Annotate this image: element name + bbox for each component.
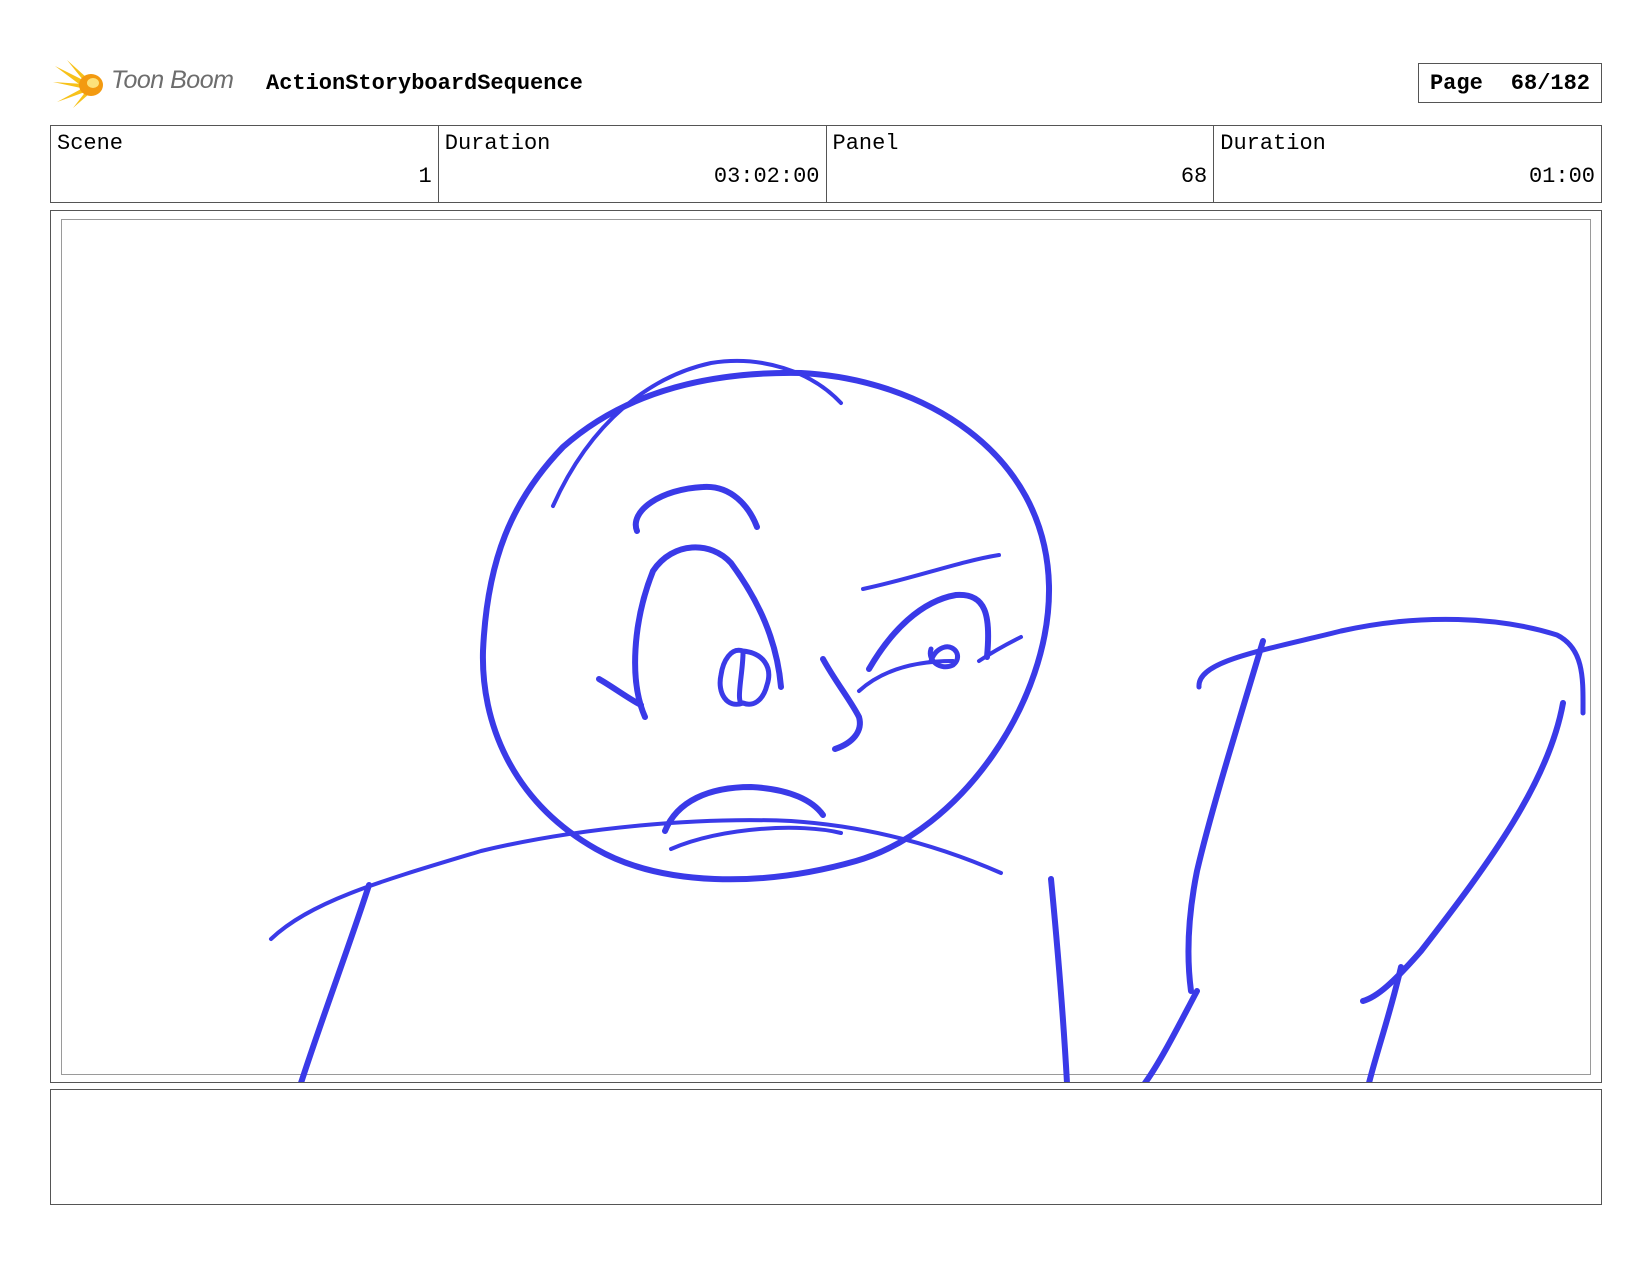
hand-left-line: [1185, 638, 1266, 994]
panel-label: Panel: [832, 131, 899, 156]
scene-duration-value: 03:02:00: [713, 164, 820, 189]
scene-label: Scene: [57, 131, 124, 156]
scene-duration-cell: Duration 03:02:00: [439, 126, 827, 202]
left-arm-line: [298, 882, 372, 1082]
scene-duration-label: Duration: [444, 131, 551, 156]
page-label: Page: [1429, 70, 1483, 96]
left-eye-socket: [632, 544, 784, 720]
page-indicator: Page 68/182: [1418, 63, 1602, 103]
storyboard-panel: [50, 210, 1602, 1083]
panel-duration-label: Duration: [1220, 131, 1326, 156]
starburst-logo-icon: [53, 60, 103, 108]
left-pupil: [717, 647, 772, 707]
scene-cell: Scene 1: [51, 126, 439, 202]
panel-duration-value: 01:00: [1528, 164, 1595, 189]
logo-text: Toon Boom: [111, 66, 234, 94]
right-eyebrow: [861, 553, 1001, 591]
left-eyebrow: [632, 483, 760, 534]
caption-box: [50, 1089, 1602, 1205]
mouth-upper: [662, 784, 826, 834]
toon-boom-logo: Toon Boom: [53, 58, 253, 110]
hand-right-line: [1360, 700, 1566, 1004]
sketch-drawing: [269, 358, 1586, 1082]
panel-cell: Panel 68: [827, 126, 1215, 202]
right-pupil: [927, 644, 960, 670]
mouth-lower: [669, 825, 843, 851]
page-header: Toon Boom ActionStoryboardSequence: [50, 58, 1600, 108]
torso-right-line: [1048, 876, 1070, 1082]
hand-stem-left: [1142, 988, 1200, 1082]
sequence-title: ActionStoryboardSequence: [266, 71, 583, 96]
panel-duration-cell: Duration 01:00: [1214, 126, 1601, 202]
scene-value: 1: [418, 164, 432, 189]
panel-value: 68: [1180, 164, 1208, 189]
page-value: 68/182: [1510, 70, 1591, 96]
nose: [820, 656, 863, 752]
panel-info-table: Scene 1 Duration 03:02:00 Panel 68 Durat…: [50, 125, 1602, 203]
shoulder-line: [269, 818, 1003, 941]
